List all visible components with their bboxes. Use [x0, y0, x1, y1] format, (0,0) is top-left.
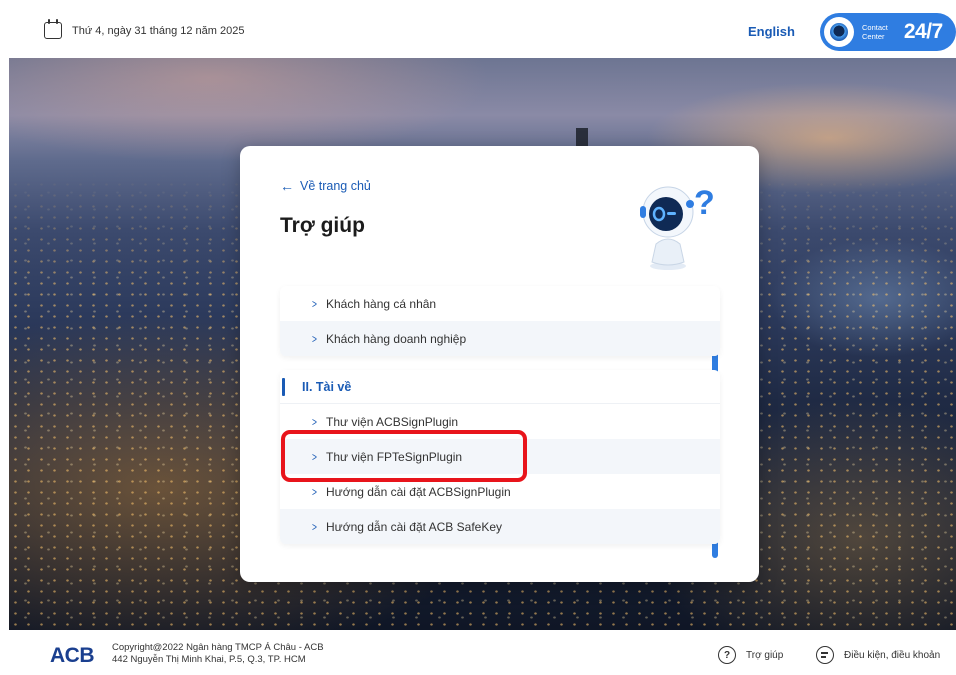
copyright-text: Copyright@2022 Ngân hàng TMCP Á Châu - A… [112, 642, 324, 666]
arrow-left-icon: ← [280, 178, 294, 194]
chevron-right-icon: > [312, 520, 317, 534]
list-item-personal-customers[interactable]: > Khách hàng cá nhân [280, 286, 720, 321]
contact-avatar-icon [824, 17, 854, 47]
list-item-fptesignplugin-library[interactable]: > Thư viện FPTeSignPlugin [280, 439, 720, 474]
chevron-right-icon: > [312, 415, 317, 429]
list-item-label: Hướng dẫn cài đặt ACB SafeKey [326, 519, 503, 534]
acb-logo[interactable]: ACB [50, 644, 95, 668]
footer-terms-label: Điều kiện, điều khoản [844, 649, 941, 661]
footer: ACB Copyright@2022 Ngân hàng TMCP Á Châu… [0, 630, 956, 675]
chevron-right-icon: > [312, 485, 317, 499]
list-item-acbsignplugin-guide[interactable]: > Hướng dẫn cài đặt ACBSignPlugin [280, 474, 720, 509]
list-item-label: Thư viện FPTeSignPlugin [326, 449, 463, 464]
back-link-label: Về trang chủ [300, 179, 371, 193]
chevron-right-icon: > [312, 332, 317, 346]
svg-text:?: ? [694, 184, 715, 222]
section-accent-bar [282, 378, 285, 396]
list-item-business-customers[interactable]: > Khách hàng doanh nghiệp [280, 321, 720, 356]
contact-center-label: Contact Center [862, 23, 888, 41]
footer-help-label: Trợ giúp [746, 649, 784, 661]
list-item-label: Hướng dẫn cài đặt ACBSignPlugin [326, 484, 511, 499]
footer-help-link[interactable]: ? Trợ giúp [718, 646, 783, 664]
question-circle-icon: ? [718, 646, 736, 664]
language-link[interactable]: English [748, 24, 795, 39]
page-title: Trợ giúp [280, 214, 365, 237]
footer-terms-link[interactable]: Điều kiện, điều khoản [816, 646, 940, 664]
contact-center-button[interactable]: Contact Center 24/7 [820, 13, 956, 51]
date-display: Thứ 4, ngày 31 tháng 12 năm 2025 [44, 19, 245, 39]
section-title: II. Tài về [302, 379, 352, 394]
contact-hours: 24/7 [903, 20, 943, 43]
chevron-right-icon: > [312, 450, 317, 464]
robot-mascot-icon: ? [640, 184, 715, 270]
downloads-section: II. Tài về > Thư viện ACBSignPlugin > Th… [280, 370, 720, 544]
section-header: II. Tài về [280, 370, 720, 404]
calendar-icon [44, 19, 62, 39]
date-text: Thứ 4, ngày 31 tháng 12 năm 2025 [72, 24, 245, 37]
list-item-acb-safekey-guide[interactable]: > Hướng dẫn cài đặt ACB SafeKey [280, 509, 720, 544]
contact-line2: Center [862, 32, 885, 41]
back-to-home-link[interactable]: ← Về trang chủ [280, 179, 371, 193]
copyright-line2: 442 Nguyễn Thị Minh Khai, P.5, Q.3, TP. … [112, 654, 306, 665]
list-item-label: Khách hàng cá nhân [326, 296, 437, 311]
chevron-right-icon: > [312, 297, 317, 311]
contact-line1: Contact [862, 23, 888, 32]
list-item-acbsignplugin-library[interactable]: > Thư viện ACBSignPlugin [280, 404, 720, 439]
top-bar: Thứ 4, ngày 31 tháng 12 năm 2025 English… [0, 0, 956, 58]
copyright-line1: Copyright@2022 Ngân hàng TMCP Á Châu - A… [112, 642, 324, 653]
help-card: ← Về trang chủ Trợ giúp ? > Khách hàng c… [240, 146, 759, 582]
document-circle-icon [816, 646, 834, 664]
list-item-label: Khách hàng doanh nghiệp [326, 331, 467, 346]
customer-group: > Khách hàng cá nhân > Khách hàng doanh … [280, 286, 720, 356]
list-item-label: Thư viện ACBSignPlugin [326, 414, 459, 429]
help-list: > Khách hàng cá nhân > Khách hàng doanh … [280, 286, 720, 561]
